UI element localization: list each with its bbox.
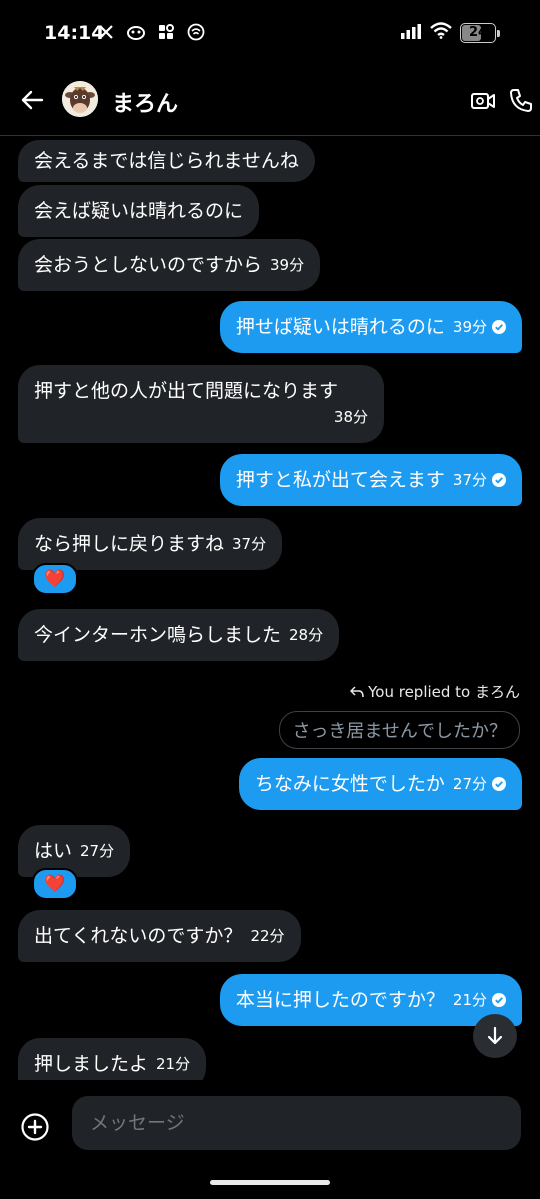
message-text: 押すと他の人が出て問題になります <box>34 380 339 402</box>
mascot-app-icon <box>126 22 146 42</box>
message-time: 28分 <box>289 626 324 644</box>
message-text: 今インターホン鳴らしました <box>34 624 282 646</box>
heart-reaction[interactable]: ❤️ <box>32 868 78 900</box>
heart-icon: ❤️ <box>44 874 66 894</box>
message-time: 37分 <box>452 471 487 489</box>
message-text: 出てくれないのですか？ <box>34 925 243 947</box>
read-check-icon <box>492 320 506 334</box>
add-attachment-icon[interactable] <box>20 1112 50 1142</box>
message-time: 21分 <box>452 991 487 1009</box>
signal-icon <box>400 23 422 43</box>
message-text: 会えば疑いは晴れるのに <box>34 200 244 222</box>
battery-icon: 24 <box>460 22 500 43</box>
message-text: ちなみに女性でしたか <box>254 773 445 795</box>
grid-app-icon <box>156 22 176 42</box>
reply-label: You replied to まろん <box>350 681 520 702</box>
message-time: 39分 <box>270 256 305 274</box>
received-message[interactable]: 出てくれないのですか？ 22分 <box>18 910 301 962</box>
video-camera-icon[interactable] <box>470 88 496 114</box>
avatar[interactable] <box>62 81 98 117</box>
at-circle-icon <box>186 22 206 42</box>
sent-message[interactable]: 本当に押したのですか？ 21分 <box>219 974 522 1026</box>
scroll-to-bottom-button[interactable] <box>473 1014 517 1058</box>
read-check-icon <box>492 777 506 791</box>
message-text: はい <box>34 840 73 862</box>
heart-reaction[interactable]: ❤️ <box>32 563 78 595</box>
reply-arrow-icon <box>350 685 364 697</box>
home-indicator[interactable] <box>210 1180 330 1185</box>
read-check-icon <box>492 993 506 1007</box>
heart-icon: ❤️ <box>44 569 66 589</box>
message-time: 27分 <box>452 775 487 793</box>
message-time: 22分 <box>250 927 285 945</box>
message-text: 会おうとしないのですから <box>34 254 263 276</box>
phone-icon[interactable] <box>508 87 534 113</box>
message-text: 押せば疑いは晴れるのに <box>235 316 445 338</box>
back-arrow-icon[interactable] <box>18 86 46 114</box>
sent-message[interactable]: ちなみに女性でしたか 27分 <box>238 758 522 810</box>
message-time: 27分 <box>80 842 115 860</box>
message-text: 押しましたよ <box>34 1053 149 1075</box>
arrow-down-icon <box>487 1026 503 1045</box>
message-time: 21分 <box>156 1055 191 1073</box>
received-message[interactable]: 押すと他の人が出て問題になります 38分 <box>18 365 384 443</box>
wifi-icon <box>430 22 452 43</box>
received-message[interactable]: 今インターホン鳴らしました 28分 <box>18 609 340 661</box>
message-text: 会えるまでは信じられませんね <box>34 150 299 172</box>
received-message[interactable]: 会えば疑いは晴れるのに <box>18 185 260 237</box>
message-time: 37分 <box>232 535 267 553</box>
message-list[interactable]: 会えるまでは信じられませんね 会えば疑いは晴れるのに 会おうとしないのですから … <box>0 137 540 1080</box>
message-text: 押すと私が出て会えます <box>235 469 445 491</box>
x-logo-icon <box>96 22 116 42</box>
read-check-icon <box>492 473 506 487</box>
sent-message[interactable]: 押すと私が出て会えます 37分 <box>219 454 522 506</box>
message-text: なら押しに戻りますね <box>34 533 225 555</box>
message-time: 39分 <box>452 318 487 336</box>
chat-header: まろん <box>0 66 540 136</box>
received-message[interactable]: はい 27分 <box>18 825 131 877</box>
message-text: 本当に押したのですか？ <box>235 989 445 1011</box>
status-bar: 14:14 24 <box>0 0 540 66</box>
message-input[interactable] <box>72 1096 521 1150</box>
quoted-message[interactable]: さっき居ませんでしたか？ <box>279 711 520 749</box>
contact-name[interactable]: まろん <box>112 86 178 118</box>
received-message[interactable]: 会おうとしないのですから 39分 <box>18 239 321 291</box>
received-message[interactable]: 押しましたよ 21分 <box>18 1038 207 1080</box>
message-time: 38分 <box>333 408 368 426</box>
received-message[interactable]: 会えるまでは信じられませんね <box>18 140 315 182</box>
sent-message[interactable]: 押せば疑いは晴れるのに 39分 <box>219 301 522 353</box>
